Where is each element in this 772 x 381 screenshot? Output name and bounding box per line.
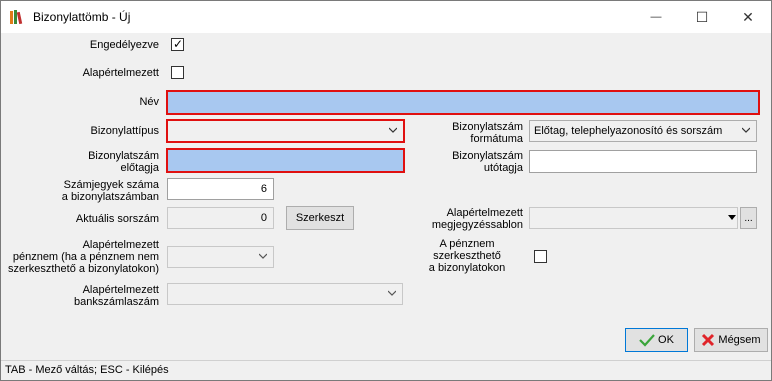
name-label: Név <box>139 96 159 108</box>
note-template-dropdown-button[interactable] <box>725 208 738 228</box>
default-checkbox[interactable] <box>171 66 184 79</box>
currency-label: Alapértelmezett pénznem (ha a pénznem ne… <box>7 239 159 275</box>
maximize-icon: ☐ <box>695 8 709 25</box>
books-app-icon <box>10 10 24 25</box>
doc-type-select[interactable] <box>166 119 405 143</box>
bank-account-label: Alapértelmezett bankszámlaszám <box>74 284 159 308</box>
chevron-down-icon <box>742 127 750 133</box>
chevron-down-icon <box>259 253 267 259</box>
note-template-select[interactable] <box>529 207 738 229</box>
digits-label: Számjegyek száma a bizonylatszámban <box>61 179 159 203</box>
digits-input[interactable]: 6 <box>167 178 274 200</box>
doc-type-label: Bizonylattípus <box>90 125 159 137</box>
suffix-input[interactable] <box>529 150 757 173</box>
name-input[interactable] <box>166 90 760 115</box>
number-format-label: Bizonylatszám formátuma <box>452 121 523 145</box>
default-label: Alapértelmezett <box>82 67 159 79</box>
note-template-browse-button[interactable]: ... <box>740 207 757 229</box>
status-text: TAB - Mező váltás; ESC - Kilépés <box>5 364 169 376</box>
maximize-button[interactable]: ☐ <box>679 1 725 33</box>
suffix-label: Bizonylatszám utótagja <box>452 150 523 174</box>
chevron-down-icon <box>388 290 396 296</box>
checkmark-icon: ✓ <box>173 37 184 51</box>
current-serial-input: 0 <box>167 207 274 229</box>
close-button[interactable]: ✕ <box>725 1 771 33</box>
currency-editable-checkbox[interactable] <box>534 250 547 263</box>
dialog-window: Bizonylattömb - Új — ☐ ✕ Engedélyezve ✓ … <box>0 0 772 381</box>
current-serial-label: Aktuális sorszám <box>75 213 159 225</box>
bank-account-select[interactable] <box>167 283 403 305</box>
number-format-select[interactable]: Előtag, telephelyazonosító és sorszám <box>529 120 757 142</box>
window-title: Bizonylattömb - Új <box>33 10 131 24</box>
note-template-label: Alapértelmezett megjegyzéssablon <box>431 207 523 231</box>
close-icon: ✕ <box>742 8 754 25</box>
enabled-label: Engedélyezve <box>89 39 159 51</box>
status-bar: TAB - Mező váltás; ESC - Kilépés <box>1 360 771 380</box>
cancel-x-icon <box>702 333 715 347</box>
enabled-checkbox[interactable]: ✓ <box>171 37 184 51</box>
cancel-button[interactable]: Mégsem <box>694 328 768 352</box>
minimize-icon: — <box>650 11 662 23</box>
minimize-button[interactable]: — <box>633 1 679 33</box>
edit-button[interactable]: Szerkeszt <box>286 206 354 230</box>
checkmark-icon <box>639 334 655 347</box>
caret-down-icon <box>727 215 736 220</box>
doc-prefix-input[interactable] <box>166 148 405 173</box>
doc-prefix-label: Bizonylatszám előtagja <box>88 150 159 174</box>
currency-select[interactable] <box>167 246 274 268</box>
ok-button[interactable]: OK <box>625 328 688 352</box>
currency-editable-label: A pénznem szerkeszthető a bizonylatokon <box>428 238 506 274</box>
title-bar: Bizonylattömb - Új — ☐ ✕ <box>1 1 771 33</box>
